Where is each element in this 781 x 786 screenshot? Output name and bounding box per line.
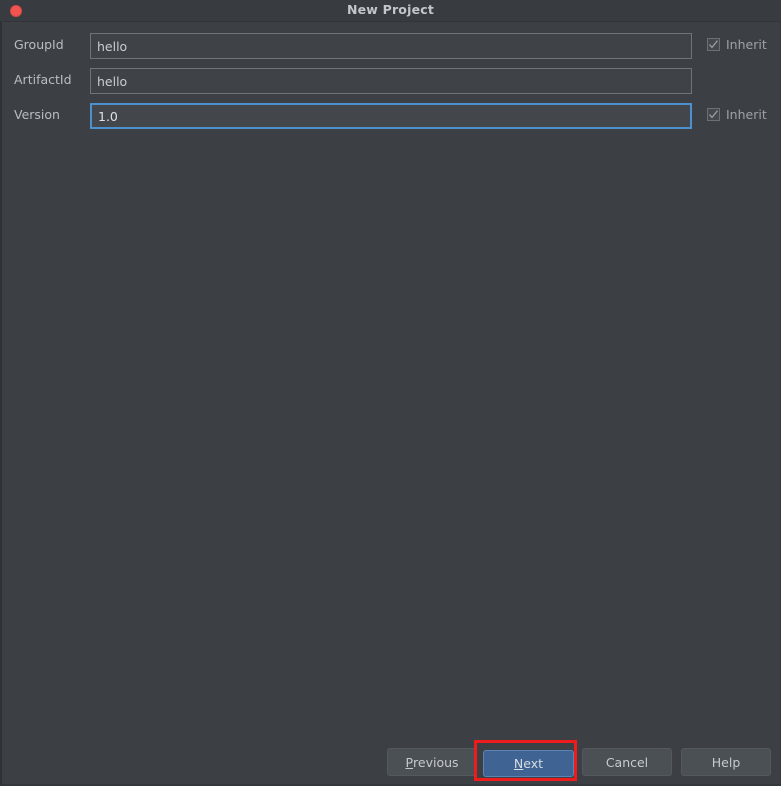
cancel-button[interactable]: Cancel [582, 748, 672, 776]
artifactid-label: ArtifactId [14, 72, 72, 87]
next-button-mnemonic: N [513, 756, 524, 771]
dialog-button-bar: Previous Next Cancel Help [2, 748, 781, 780]
next-button[interactable]: Next [483, 750, 574, 777]
cancel-button-label: Cancel [605, 754, 649, 770]
form-row-artifactid: ArtifactId [2, 68, 781, 94]
form-row-version: Version Inherit [2, 103, 781, 129]
previous-button-mnemonic: P [405, 754, 414, 770]
form-row-groupid: GroupId Inherit [2, 33, 781, 59]
previous-button[interactable]: Previous [387, 748, 477, 776]
window-title: New Project [346, 2, 435, 17]
next-button-label: ext [523, 756, 544, 771]
version-label: Version [14, 107, 60, 122]
previous-button-label: revious [413, 754, 459, 770]
groupid-input[interactable] [90, 33, 692, 59]
checkmark-icon [707, 38, 720, 51]
new-project-dialog: New Project GroupId Inherit ArtifactId V… [0, 0, 781, 786]
checkmark-icon [707, 108, 720, 121]
title-bar: New Project [0, 0, 781, 22]
artifactid-input[interactable] [90, 68, 692, 94]
version-inherit-checkbox[interactable]: Inherit [707, 107, 767, 122]
help-button-label: Help [711, 754, 741, 770]
version-input[interactable] [90, 103, 692, 129]
version-inherit-label: Inherit [726, 107, 767, 122]
help-button[interactable]: Help [681, 748, 771, 776]
groupid-inherit-label: Inherit [726, 37, 767, 52]
groupid-label: GroupId [14, 37, 64, 52]
groupid-inherit-checkbox[interactable]: Inherit [707, 37, 767, 52]
